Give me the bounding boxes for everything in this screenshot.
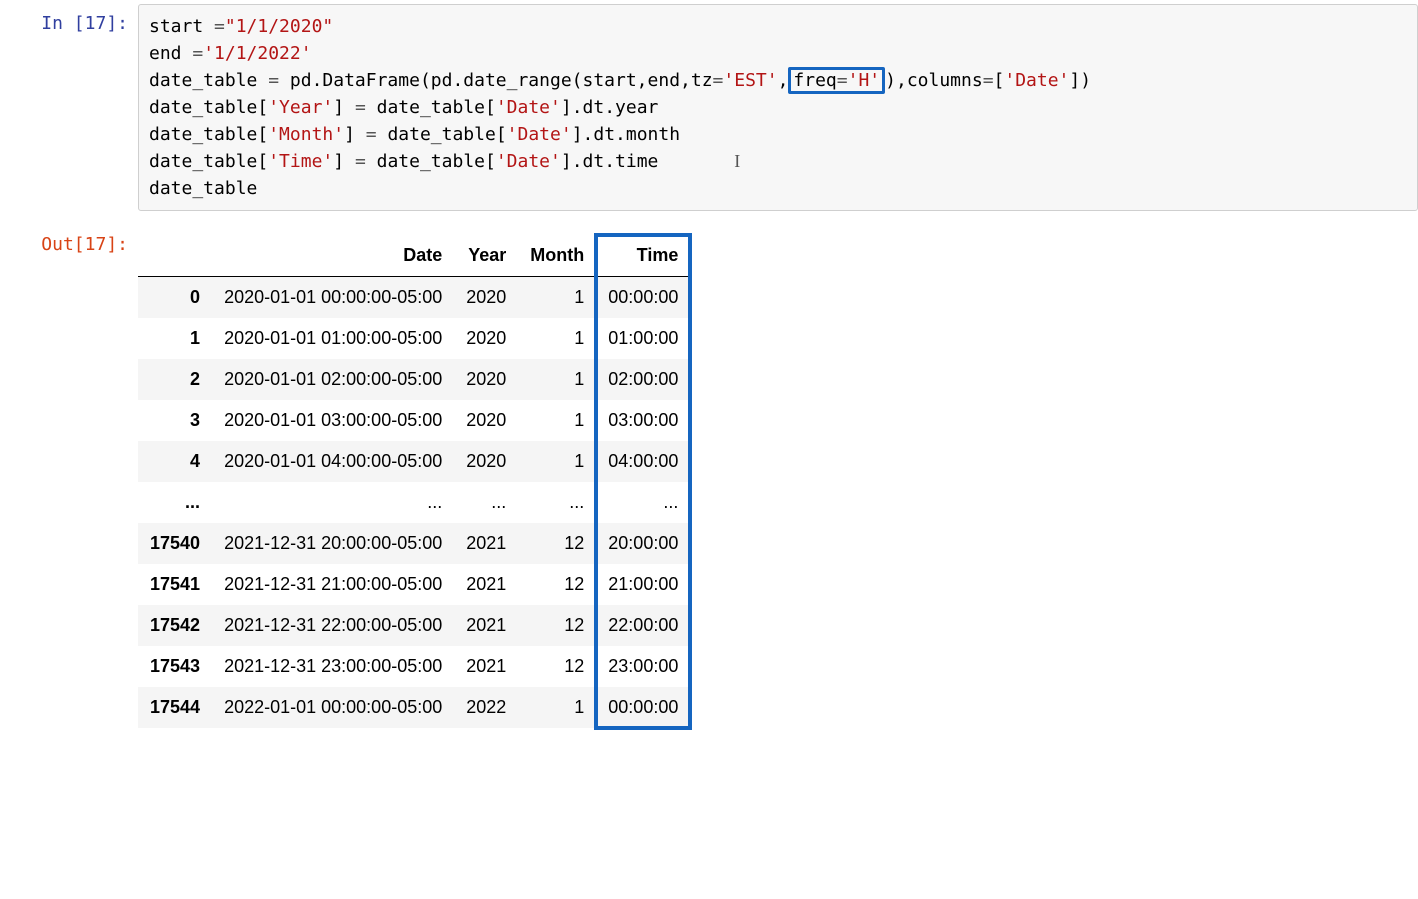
cell-time: 00:00:00 bbox=[596, 687, 690, 728]
cell-month: 12 bbox=[518, 605, 596, 646]
cell-month: 1 bbox=[518, 359, 596, 400]
cell-month: 12 bbox=[518, 646, 596, 687]
highlight-freq-arg: freq='H' bbox=[788, 67, 885, 94]
cell-year: 2020 bbox=[454, 318, 518, 359]
cell-date: 2021-12-31 23:00:00-05:00 bbox=[212, 646, 454, 687]
table-row: ............... bbox=[138, 482, 690, 523]
cell-time: 20:00:00 bbox=[596, 523, 690, 564]
text-cursor-icon: I bbox=[734, 148, 740, 175]
cell-time: 04:00:00 bbox=[596, 441, 690, 482]
cell-month: 1 bbox=[518, 277, 596, 319]
table-row: 22020-01-01 02:00:00-05:002020102:00:00 bbox=[138, 359, 690, 400]
col-time: Time bbox=[596, 235, 690, 277]
cell-date: 2020-01-01 03:00:00-05:00 bbox=[212, 400, 454, 441]
cell-month: 1 bbox=[518, 687, 596, 728]
cell-date: 2020-01-01 02:00:00-05:00 bbox=[212, 359, 454, 400]
row-index: 4 bbox=[138, 441, 212, 482]
table-row: 175422021-12-31 22:00:00-05:0020211222:0… bbox=[138, 605, 690, 646]
cell-date: 2021-12-31 20:00:00-05:00 bbox=[212, 523, 454, 564]
cell-time: 21:00:00 bbox=[596, 564, 690, 605]
row-index: 17540 bbox=[138, 523, 212, 564]
cell-date: ... bbox=[212, 482, 454, 523]
cell-time: 01:00:00 bbox=[596, 318, 690, 359]
row-index: 1 bbox=[138, 318, 212, 359]
row-index: 17543 bbox=[138, 646, 212, 687]
cell-month: 12 bbox=[518, 564, 596, 605]
dataframe-wrapper: Date Year Month Time 02020-01-01 00:00:0… bbox=[138, 235, 690, 728]
col-month: Month bbox=[518, 235, 596, 277]
cell-month: 1 bbox=[518, 400, 596, 441]
cell-date: 2021-12-31 21:00:00-05:00 bbox=[212, 564, 454, 605]
code-block[interactable]: start ="1/1/2020" end ='1/1/2022' date_t… bbox=[149, 13, 1407, 202]
input-prompt: In [17]: bbox=[0, 0, 138, 47]
row-index: 17541 bbox=[138, 564, 212, 605]
cell-time: 22:00:00 bbox=[596, 605, 690, 646]
code-input-area[interactable]: start ="1/1/2020" end ='1/1/2022' date_t… bbox=[138, 4, 1418, 211]
table-header-row: Date Year Month Time bbox=[138, 235, 690, 277]
row-index: 3 bbox=[138, 400, 212, 441]
cell-date: 2020-01-01 04:00:00-05:00 bbox=[212, 441, 454, 482]
cell-year: 2020 bbox=[454, 441, 518, 482]
row-index: 2 bbox=[138, 359, 212, 400]
cell-time: 02:00:00 bbox=[596, 359, 690, 400]
col-year: Year bbox=[454, 235, 518, 277]
output-prompt: Out[17]: bbox=[0, 221, 138, 268]
output-area: Date Year Month Time 02020-01-01 00:00:0… bbox=[138, 221, 1418, 731]
table-row: 32020-01-01 03:00:00-05:002020103:00:00 bbox=[138, 400, 690, 441]
cell-time: 00:00:00 bbox=[596, 277, 690, 319]
table-row: 12020-01-01 01:00:00-05:002020101:00:00 bbox=[138, 318, 690, 359]
table-row: 175442022-01-01 00:00:00-05:002022100:00… bbox=[138, 687, 690, 728]
cell-year: 2021 bbox=[454, 523, 518, 564]
col-date: Date bbox=[212, 235, 454, 277]
cell-year: 2020 bbox=[454, 277, 518, 319]
row-index: 17544 bbox=[138, 687, 212, 728]
cell-date: 2020-01-01 00:00:00-05:00 bbox=[212, 277, 454, 319]
row-index: 0 bbox=[138, 277, 212, 319]
cell-month: 12 bbox=[518, 523, 596, 564]
cell-year: 2021 bbox=[454, 564, 518, 605]
table-row: 175432021-12-31 23:00:00-05:0020211223:0… bbox=[138, 646, 690, 687]
table-row: 175402021-12-31 20:00:00-05:0020211220:0… bbox=[138, 523, 690, 564]
cell-year: 2021 bbox=[454, 605, 518, 646]
cell-month: 1 bbox=[518, 441, 596, 482]
cell-year: 2020 bbox=[454, 400, 518, 441]
cell-year: 2021 bbox=[454, 646, 518, 687]
cell-time: 23:00:00 bbox=[596, 646, 690, 687]
row-index: 17542 bbox=[138, 605, 212, 646]
table-row: 175412021-12-31 21:00:00-05:0020211221:0… bbox=[138, 564, 690, 605]
table-row: 42020-01-01 04:00:00-05:002020104:00:00 bbox=[138, 441, 690, 482]
cell-time: 03:00:00 bbox=[596, 400, 690, 441]
cell-date: 2022-01-01 00:00:00-05:00 bbox=[212, 687, 454, 728]
cell-time: ... bbox=[596, 482, 690, 523]
cell-month: ... bbox=[518, 482, 596, 523]
cell-year: ... bbox=[454, 482, 518, 523]
dataframe-table: Date Year Month Time 02020-01-01 00:00:0… bbox=[138, 235, 690, 728]
input-cell: In [17]: start ="1/1/2020" end ='1/1/202… bbox=[0, 0, 1418, 211]
cell-month: 1 bbox=[518, 318, 596, 359]
cell-date: 2020-01-01 01:00:00-05:00 bbox=[212, 318, 454, 359]
table-row: 02020-01-01 00:00:00-05:002020100:00:00 bbox=[138, 277, 690, 319]
cell-year: 2022 bbox=[454, 687, 518, 728]
row-index: ... bbox=[138, 482, 212, 523]
output-cell: Out[17]: Date Year Month Time 02020-01-0… bbox=[0, 221, 1418, 731]
table-index-header bbox=[138, 235, 212, 277]
cell-year: 2020 bbox=[454, 359, 518, 400]
cell-date: 2021-12-31 22:00:00-05:00 bbox=[212, 605, 454, 646]
